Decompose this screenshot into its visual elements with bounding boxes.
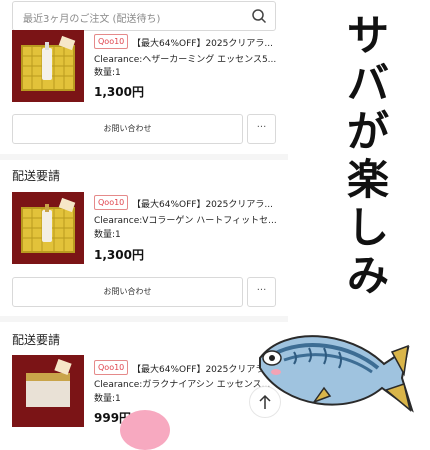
product-thumbnail[interactable] [12, 192, 84, 264]
quantity-text: 数量:1 [94, 68, 121, 78]
product-thumbnail[interactable] [12, 355, 84, 427]
order-list-page: 最近3ヶ月のご注文 (配送待ち) Qoo10 【最大64%OFF】2025クリア… [0, 0, 288, 430]
shop-badge: Qoo10 [94, 195, 129, 210]
price-text: 1,300円 [94, 85, 144, 99]
search-placeholder: 最近3ヶ月のご注文 (配送待ち) [23, 14, 161, 25]
product-thumbnail[interactable] [12, 30, 84, 102]
product-title[interactable]: 【最大64%OFF】2025クリアラ... [132, 197, 282, 210]
inquiry-button[interactable]: お問い合わせ [12, 114, 243, 144]
divider [0, 316, 288, 322]
price-text: 1,300円 [94, 248, 144, 262]
basket-product-image [21, 197, 76, 253]
caption-char: み [346, 251, 389, 300]
divider [0, 154, 288, 160]
search-bar[interactable]: 最近3ヶ月のご注文 (配送待ち) [12, 1, 276, 31]
quantity-text: 数量:1 [94, 230, 121, 240]
more-options-button[interactable]: ··· [247, 277, 276, 307]
decorative-blob [120, 410, 170, 450]
product-subtitle[interactable]: Clearance:ガラクナイアシン エッセンス... [94, 377, 276, 390]
caption-char: サ [346, 11, 389, 60]
caption-char: 楽 [346, 155, 389, 204]
caption-char: バ [346, 59, 389, 108]
shop-badge: Qoo10 [94, 34, 129, 49]
cream-jar-product-image [26, 358, 72, 407]
product-title[interactable]: 【最大64%OFF】2025クリアラ... [132, 36, 282, 49]
shop-badge: Qoo10 [94, 360, 129, 375]
search-icon[interactable] [251, 8, 267, 24]
product-subtitle[interactable]: Clearance:ヘザーカーミング エッセンス5... [94, 52, 276, 65]
product-subtitle[interactable]: Clearance:Vコラーゲン ハートフィットセ... [94, 213, 276, 226]
caption-char: が [346, 107, 389, 156]
caption-char: し [346, 203, 389, 252]
section-title: 配送要請 [12, 333, 61, 347]
mackerel-illustration [259, 335, 414, 413]
overlay-caption: サ バ が 楽 し み [338, 12, 398, 300]
more-options-button[interactable]: ··· [247, 114, 276, 144]
quantity-text: 数量:1 [94, 394, 121, 404]
section-title: 配送要請 [12, 169, 61, 183]
inquiry-button[interactable]: お問い合わせ [12, 277, 243, 307]
basket-product-image [21, 35, 76, 91]
